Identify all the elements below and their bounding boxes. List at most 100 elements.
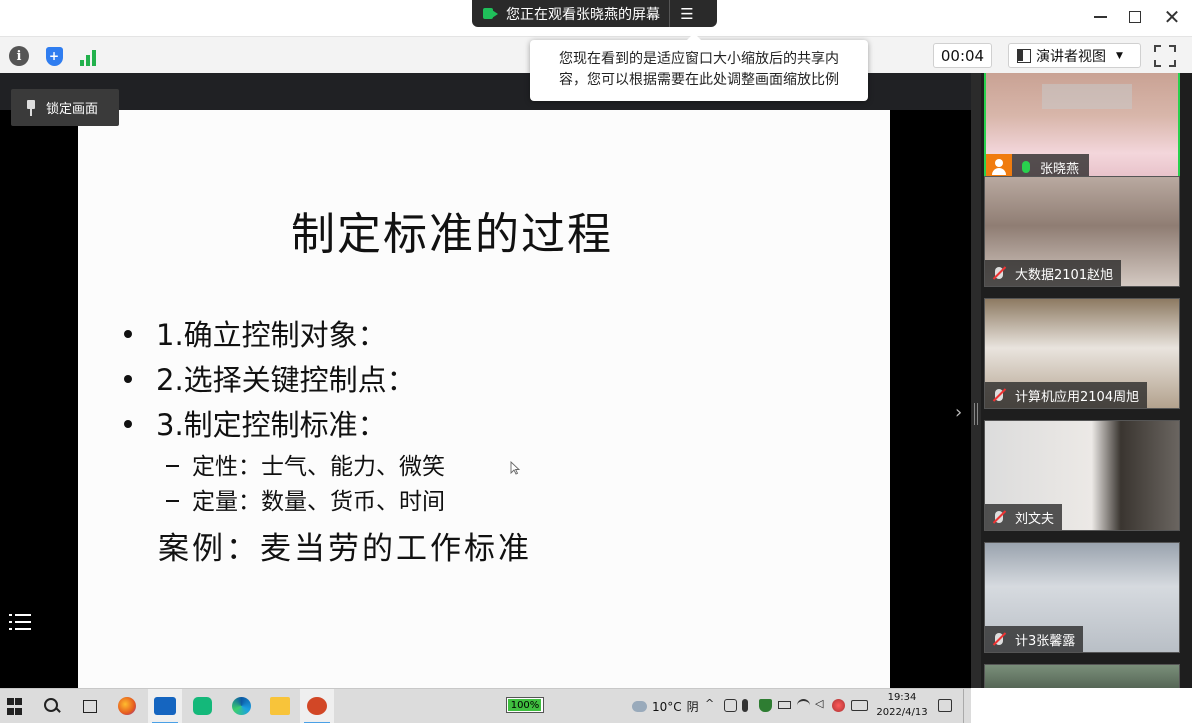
slide-sub-bullet: 定量：数量、货币、时间 <box>166 482 445 516</box>
powerpoint-icon[interactable] <box>307 697 327 715</box>
participant-tile[interactable]: 刘文夫 <box>984 420 1180 531</box>
presenter-view-label: 演讲者视图 <box>1036 48 1106 65</box>
tray-expand-chevron-icon[interactable]: ^ <box>705 697 718 710</box>
panel-splitter[interactable] <box>971 73 981 688</box>
keyboard-icon[interactable] <box>851 700 868 711</box>
scroll-down-chevron-icon[interactable]: ⌄ <box>1072 695 1085 714</box>
collapse-panel-chevron-icon[interactable]: › <box>955 402 962 423</box>
wifi-icon[interactable] <box>797 699 810 712</box>
notes-app-icon[interactable] <box>193 697 212 715</box>
slide-sub-bullet: 定性：士气、能力、微笑 <box>166 447 445 481</box>
lock-screen-button[interactable]: 锁定画面 <box>11 89 119 126</box>
close-icon: ✕ <box>1163 5 1181 29</box>
slide-case-line: 案例：麦当劳的工作标准 <box>158 531 532 567</box>
slide-bullet: 1.确立控制对象： <box>124 312 387 354</box>
shield-icon[interactable]: + <box>43 45 65 67</box>
slide-title: 制定标准的过程 <box>291 209 613 260</box>
participant-panel: 张晓燕 大数据2101赵旭 计算机应用2104周旭 刘文夫 计3张馨露 <box>981 73 1192 688</box>
close-button[interactable]: ✕ <box>1154 2 1190 32</box>
clock-time: 19:34 <box>887 692 917 703</box>
bullet-text: 1.确立控制对象： <box>156 318 387 352</box>
edge-browser-icon[interactable] <box>232 697 251 715</box>
participant-name-bar: 计3张馨露 <box>985 626 1084 652</box>
microphone-tray-icon[interactable] <box>742 699 748 712</box>
volume-icon[interactable]: ◁ <box>815 697 828 710</box>
tray-app-icon[interactable] <box>724 699 737 712</box>
bullet-text: 2.选择关键控制点： <box>156 363 416 397</box>
task-view-icon[interactable] <box>80 697 100 715</box>
bullet-text: 3.制定控制标准： <box>156 408 387 442</box>
battery-indicator[interactable]: 100% <box>506 697 544 713</box>
slide-bullet: 2.选择关键控制点： <box>124 357 416 399</box>
cloud-icon <box>632 701 647 712</box>
app-tray-icon[interactable] <box>832 699 845 712</box>
weather-widget[interactable]: 10°C 阴 <box>632 698 699 715</box>
maximize-icon <box>1129 11 1141 23</box>
list-menu-icon[interactable]: ☰ <box>670 0 704 27</box>
dash-marker <box>166 499 179 502</box>
mouse-cursor-icon <box>510 461 520 475</box>
participant-name-bar: 刘文夫 <box>985 504 1063 530</box>
microphone-muted-icon <box>988 506 1010 528</box>
taskbar-clock[interactable]: 19:34 2022/4/13 <box>876 690 928 720</box>
presentation-slide: 制定标准的过程 1.确立控制对象： 2.选择关键控制点： 3.制定控制标准： 定… <box>78 110 890 688</box>
weather-temp: 10°C <box>652 699 682 714</box>
microphone-muted-icon <box>988 628 1010 650</box>
screen-share-banner[interactable]: 您正在观看张晓燕的屏幕 ☰ <box>472 0 717 27</box>
participant-name: 计算机应用2104周旭 <box>1015 389 1140 405</box>
participant-tile[interactable]: 计3张馨露 <box>984 542 1180 653</box>
sub-bullet-text: 定性：士气、能力、微笑 <box>192 454 445 480</box>
signal-icon[interactable] <box>77 48 99 66</box>
bullet-dot <box>124 330 132 338</box>
meeting-timer: 00:04 <box>933 43 992 68</box>
participant-video <box>985 665 1179 688</box>
video-camera-icon <box>483 7 499 20</box>
windows-start-icon[interactable] <box>7 698 22 716</box>
microphone-muted-icon <box>988 262 1010 284</box>
minimize-button[interactable] <box>1082 2 1118 32</box>
participant-tile[interactable]: 大数据2101赵旭 <box>984 176 1180 287</box>
tooltip-line-2: 容，您可以根据需要在此处调整画面缩放比例 <box>559 72 839 88</box>
caret-down-icon: ▼ <box>1116 50 1123 61</box>
dash-marker <box>166 464 179 467</box>
security-tray-icon[interactable] <box>759 699 772 712</box>
slide-bullet: 3.制定控制标准： <box>124 402 387 444</box>
participant-name-bar: 大数据2101赵旭 <box>985 260 1122 286</box>
participant-tile[interactable]: 张晓燕 <box>984 73 1180 182</box>
participant-name: 张晓燕 <box>1040 161 1080 177</box>
firefox-icon[interactable] <box>118 697 136 715</box>
bullet-dot <box>124 375 132 383</box>
participant-name-bar: 计算机应用2104周旭 <box>985 382 1148 408</box>
share-banner-text: 您正在观看张晓燕的屏幕 <box>506 6 660 23</box>
show-desktop-button[interactable] <box>963 689 971 723</box>
participant-name: 大数据2101赵旭 <box>1015 267 1114 283</box>
lock-screen-label: 锁定画面 <box>46 102 99 117</box>
notification-icon[interactable] <box>938 699 952 712</box>
shared-screen: 锁定画面 制定标准的过程 1.确立控制对象： 2.选择关键控制点： 3.制定控制… <box>0 73 971 688</box>
presenter-view-dropdown[interactable]: 演讲者视图 ▼ <box>1008 43 1141 68</box>
microphone-icon <box>1015 156 1037 178</box>
tooltip-line-1: 您现在看到的是适应窗口大小缩放后的共享内 <box>559 51 839 67</box>
maximize-button[interactable] <box>1117 2 1153 32</box>
search-icon[interactable] <box>42 697 62 715</box>
microphone-muted-icon <box>988 384 1010 406</box>
windows-taskbar: 100% 10°C 阴 ^ ◁ 19:34 2022/4/13 <box>0 688 971 723</box>
sub-bullet-text: 定量：数量、货币、时间 <box>192 489 445 515</box>
participant-tile[interactable] <box>984 664 1180 688</box>
minimize-icon <box>1093 16 1107 18</box>
info-icon[interactable]: i <box>8 45 30 67</box>
file-explorer-icon[interactable] <box>270 697 290 715</box>
clock-date: 2022/4/13 <box>876 707 928 718</box>
outline-list-icon[interactable] <box>9 611 33 633</box>
video-overlay-box <box>1042 84 1132 109</box>
splitter-grip-icon <box>974 403 978 425</box>
zoom-hint-tooltip: 您现在看到的是适应窗口大小缩放后的共享内 容，您可以根据需要在此处调整画面缩放比… <box>530 33 868 101</box>
participant-name: 刘文夫 <box>1015 511 1055 527</box>
meeting-app-icon[interactable] <box>154 697 176 715</box>
participant-tile[interactable]: 计算机应用2104周旭 <box>984 298 1180 409</box>
pin-icon <box>26 99 36 116</box>
participant-name: 计3张馨露 <box>1015 633 1076 649</box>
display-tray-icon[interactable] <box>778 701 791 709</box>
fullscreen-icon[interactable] <box>1154 45 1176 67</box>
bullet-dot <box>124 420 132 428</box>
